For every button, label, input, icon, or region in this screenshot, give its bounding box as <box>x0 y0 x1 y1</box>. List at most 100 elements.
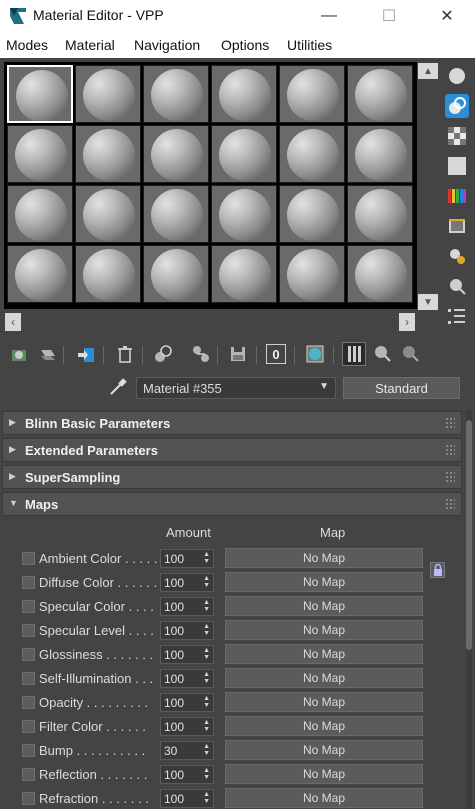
menu-material[interactable]: Material <box>65 37 115 53</box>
map-slot-button[interactable]: No Map <box>225 596 423 616</box>
spinner-arrows-icon[interactable]: ▲ ▼ <box>203 623 210 637</box>
map-amount-spinner[interactable]: 100 ▲ ▼ <box>160 789 214 808</box>
rollout-supersampling[interactable]: ▶ SuperSampling <box>2 465 462 489</box>
material-sample-slot[interactable] <box>279 65 345 123</box>
eyedropper-icon[interactable] <box>108 377 128 397</box>
select-by-material-button[interactable] <box>445 274 469 298</box>
material-sample-slot[interactable] <box>347 185 413 243</box>
map-amount-spinner[interactable]: 100 ▲ ▼ <box>160 765 214 784</box>
map-slot-button[interactable]: No Map <box>225 620 423 640</box>
spinner-arrows-icon[interactable]: ▲ ▼ <box>203 767 210 781</box>
minimize-button[interactable]: — <box>306 2 352 30</box>
assign-to-selection-button[interactable] <box>74 342 98 366</box>
material-sample-slot[interactable] <box>7 125 73 183</box>
go-to-parent-button[interactable] <box>370 342 394 366</box>
menu-navigation[interactable]: Navigation <box>134 37 200 53</box>
material-sample-slot[interactable] <box>279 245 345 303</box>
map-enable-checkbox[interactable] <box>22 672 35 685</box>
put-to-library-button[interactable] <box>226 342 250 366</box>
menu-options[interactable]: Options <box>221 37 269 53</box>
map-slot-button[interactable]: No Map <box>225 572 423 592</box>
material-sample-slot[interactable] <box>347 65 413 123</box>
material-sample-slot[interactable] <box>211 245 277 303</box>
map-slot-button[interactable]: No Map <box>225 692 423 712</box>
map-amount-spinner[interactable]: 100 ▲ ▼ <box>160 549 214 568</box>
video-color-check-button[interactable] <box>445 184 469 208</box>
material-sample-slot[interactable] <box>347 245 413 303</box>
material-sample-slot[interactable] <box>347 125 413 183</box>
spinner-arrows-icon[interactable]: ▲ ▼ <box>203 647 210 661</box>
menu-utilities[interactable]: Utilities <box>287 37 332 53</box>
material-map-navigator-button[interactable] <box>445 304 469 328</box>
map-amount-spinner[interactable]: 100 ▲ ▼ <box>160 669 214 688</box>
map-enable-checkbox[interactable] <box>22 624 35 637</box>
rollout-extended-parameters[interactable]: ▶ Extended Parameters <box>2 438 462 462</box>
map-slot-button[interactable]: No Map <box>225 668 423 688</box>
map-slot-button[interactable]: No Map <box>225 644 423 664</box>
backlight-button[interactable] <box>445 94 469 118</box>
lock-icon[interactable] <box>430 562 445 578</box>
make-preview-button[interactable] <box>445 214 469 238</box>
material-sample-slot[interactable] <box>7 245 73 303</box>
reset-map-button[interactable] <box>113 342 137 366</box>
spinner-arrows-icon[interactable]: ▲ ▼ <box>203 599 210 613</box>
map-enable-checkbox[interactable] <box>22 792 35 805</box>
go-forward-to-sibling-button[interactable] <box>398 342 422 366</box>
spinner-arrows-icon[interactable]: ▲ ▼ <box>203 695 210 709</box>
scrollbar-thumb[interactable] <box>466 420 472 650</box>
close-button[interactable]: ✕ <box>424 2 470 30</box>
spinner-arrows-icon[interactable]: ▲ ▼ <box>203 671 210 685</box>
material-sample-slot[interactable] <box>211 125 277 183</box>
map-amount-spinner[interactable]: 100 ▲ ▼ <box>160 573 214 592</box>
spinner-arrows-icon[interactable]: ▲ ▼ <box>203 743 210 757</box>
spinner-arrows-icon[interactable]: ▲ ▼ <box>203 551 210 565</box>
put-to-scene-button[interactable] <box>36 342 60 366</box>
rollout-blinn-basic-parameters[interactable]: ▶ Blinn Basic Parameters <box>2 411 462 435</box>
map-enable-checkbox[interactable] <box>22 744 35 757</box>
material-sample-slot[interactable] <box>75 185 141 243</box>
map-amount-spinner[interactable]: 30 ▲ ▼ <box>160 741 214 760</box>
map-enable-checkbox[interactable] <box>22 720 35 733</box>
map-enable-checkbox[interactable] <box>22 552 35 565</box>
make-unique-button[interactable] <box>189 342 213 366</box>
spinner-arrows-icon[interactable]: ▲ ▼ <box>203 719 210 733</box>
map-amount-spinner[interactable]: 100 ▲ ▼ <box>160 621 214 640</box>
sample-type-button[interactable] <box>445 64 469 88</box>
map-slot-button[interactable]: No Map <box>225 716 423 736</box>
copy-material-button[interactable] <box>151 342 175 366</box>
sample-uv-tiling-button[interactable] <box>445 154 469 178</box>
options-button[interactable] <box>445 244 469 268</box>
material-sample-slot[interactable] <box>75 65 141 123</box>
spinner-arrows-icon[interactable]: ▲ ▼ <box>203 791 210 805</box>
material-name-dropdown[interactable]: Material #355 ▼ <box>136 377 336 399</box>
get-material-button[interactable] <box>8 342 32 366</box>
map-enable-checkbox[interactable] <box>22 576 35 589</box>
map-enable-checkbox[interactable] <box>22 696 35 709</box>
slots-scroll-up-button[interactable]: ▲ <box>418 63 438 79</box>
map-enable-checkbox[interactable] <box>22 600 35 613</box>
map-enable-checkbox[interactable] <box>22 648 35 661</box>
map-slot-button[interactable]: No Map <box>225 740 423 760</box>
map-amount-spinner[interactable]: 100 ▲ ▼ <box>160 597 214 616</box>
menu-modes[interactable]: Modes <box>6 37 48 53</box>
rollout-maps[interactable]: ▼ Maps <box>2 492 462 516</box>
background-button[interactable] <box>445 124 469 148</box>
material-sample-slot[interactable] <box>7 65 73 123</box>
map-amount-spinner[interactable]: 100 ▲ ▼ <box>160 693 214 712</box>
slots-scroll-left-button[interactable]: ‹ <box>5 313 21 331</box>
map-amount-spinner[interactable]: 100 ▲ ▼ <box>160 717 214 736</box>
map-slot-button[interactable]: No Map <box>225 764 423 784</box>
material-sample-slot[interactable] <box>143 125 209 183</box>
maximize-button[interactable]: ☐ <box>366 2 412 30</box>
material-sample-slot[interactable] <box>75 245 141 303</box>
material-sample-slot[interactable] <box>143 245 209 303</box>
material-sample-slot[interactable] <box>279 185 345 243</box>
material-sample-slot[interactable] <box>143 65 209 123</box>
map-amount-spinner[interactable]: 100 ▲ ▼ <box>160 645 214 664</box>
material-sample-slot[interactable] <box>7 185 73 243</box>
slots-scroll-right-button[interactable]: › <box>399 313 415 331</box>
map-slot-button[interactable]: No Map <box>225 548 423 568</box>
material-sample-slot[interactable] <box>75 125 141 183</box>
spinner-arrows-icon[interactable]: ▲ ▼ <box>203 575 210 589</box>
map-enable-checkbox[interactable] <box>22 768 35 781</box>
